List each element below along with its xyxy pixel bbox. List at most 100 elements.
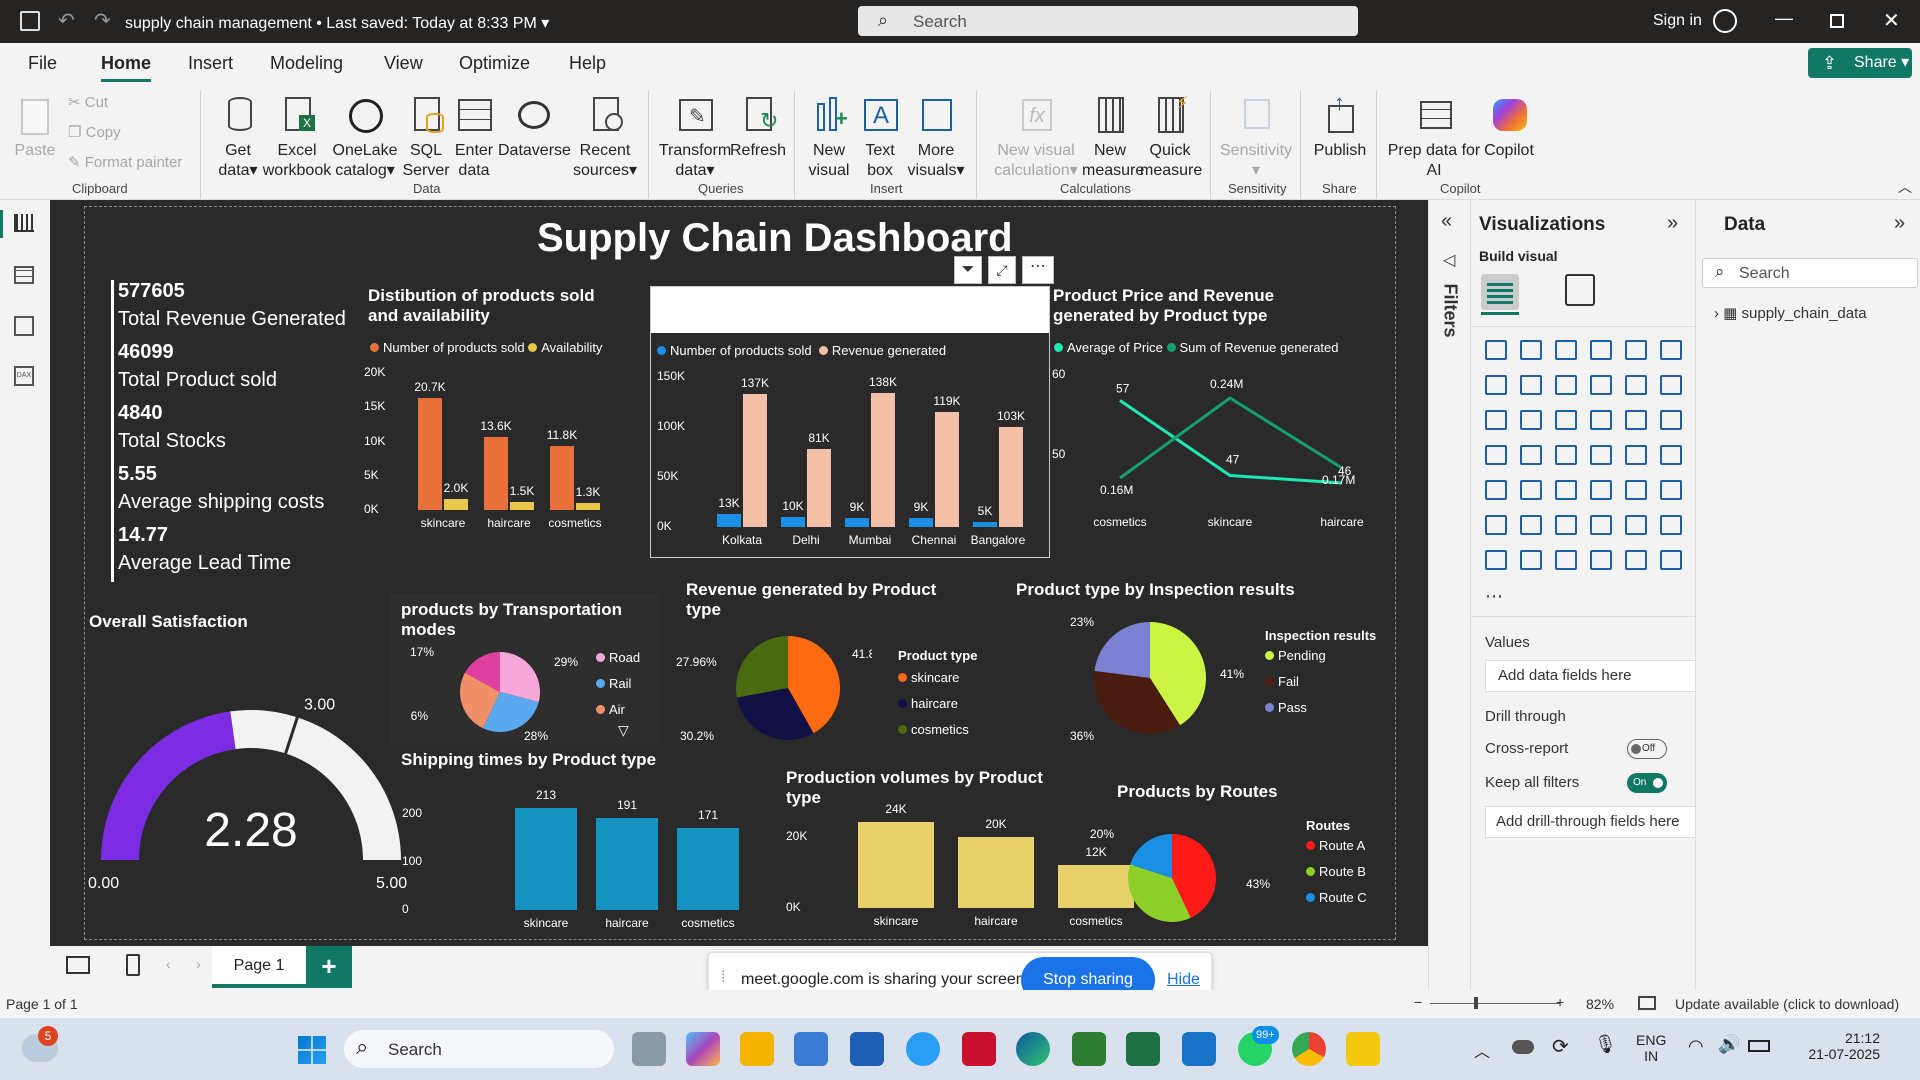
card-visual-icon[interactable] — [1660, 445, 1682, 465]
undo-icon[interactable]: ↶ — [58, 8, 75, 33]
waterfall-visual-icon[interactable] — [1625, 375, 1647, 395]
doc-title[interactable]: supply chain management • Last saved: To… — [125, 13, 549, 33]
new-visual-calculation-button[interactable]: fx New visual calculation▾ — [986, 85, 1086, 181]
sync-icon[interactable]: ⟳ — [1552, 1034, 1569, 1059]
satisfaction-gauge[interactable]: Overall Satisfaction 3.00 2.28 0.00 5.00 — [86, 600, 416, 900]
funnel-visual-icon[interactable] — [1660, 375, 1682, 395]
dax-query-view-icon[interactable]: DAX — [14, 366, 34, 386]
more-visuals-ellipsis[interactable]: ⋯ — [1485, 586, 1503, 607]
filter-icon[interactable]: ⏷ — [954, 256, 982, 284]
inspection-pie-chart[interactable]: Product type by Inspection results 41% 36… — [1010, 574, 1400, 744]
file-explorer-icon[interactable] — [740, 1032, 774, 1066]
new-visual-button[interactable]: + New visual — [804, 85, 854, 181]
menu-file[interactable]: File — [28, 53, 57, 74]
map-visual-icon[interactable] — [1485, 445, 1507, 465]
onedrive-icon[interactable] — [1512, 1040, 1534, 1054]
power-apps-visual-icon[interactable] — [1485, 550, 1507, 570]
copilot-app-icon[interactable] — [686, 1032, 720, 1066]
store-icon[interactable] — [794, 1032, 828, 1066]
close-icon[interactable]: ✕ — [1883, 8, 1900, 33]
add-page-button[interactable]: + — [306, 946, 352, 988]
slicer-visual-icon[interactable] — [1555, 480, 1577, 500]
edge-icon[interactable] — [1016, 1032, 1050, 1066]
table-view-icon[interactable] — [14, 266, 34, 284]
excel-app-icon[interactable] — [1126, 1032, 1160, 1066]
hp-app-icon[interactable] — [850, 1032, 884, 1066]
copilot-button[interactable]: Copilot — [1474, 85, 1544, 161]
paste-button[interactable]: Paste — [12, 85, 58, 161]
filled-map-visual-icon[interactable] — [1520, 445, 1542, 465]
dataverse-button[interactable]: Dataverse — [498, 85, 571, 161]
zoom-slider[interactable] — [1430, 1003, 1560, 1004]
sign-in-link[interactable]: Sign in — [1653, 12, 1702, 30]
page-tab-1[interactable]: Page 1 — [212, 946, 306, 988]
hide-link[interactable]: Hide — [1167, 971, 1200, 989]
sql-server-button[interactable]: SQL Server — [400, 85, 452, 181]
volume-icon[interactable]: 🔊 — [1718, 1034, 1740, 1055]
report-canvas[interactable]: Supply Chain Dashboard 577605 Total Reven… — [50, 200, 1428, 946]
100-bar-visual-icon[interactable] — [1625, 340, 1647, 360]
fit-to-page-icon[interactable] — [1638, 996, 1656, 1010]
report-view-icon[interactable] — [14, 214, 34, 232]
menu-view[interactable]: View — [384, 53, 423, 74]
onelake-catalog-button[interactable]: OneLake catalog▾ — [332, 85, 398, 181]
update-available-link[interactable]: Update available (click to download) — [1675, 996, 1899, 1012]
more-visuals-button[interactable]: More visuals▾ — [904, 85, 968, 181]
wifi-icon[interactable]: ◠ — [1688, 1036, 1704, 1057]
zoom-out-icon[interactable]: − — [1414, 994, 1422, 1010]
chrome-icon[interactable] — [1292, 1032, 1326, 1066]
narrative-visual-icon[interactable] — [1625, 515, 1647, 535]
add-drill-through-well[interactable]: Add drill-through fields here — [1485, 806, 1697, 838]
collapse-data-icon[interactable]: » — [1894, 212, 1905, 235]
redo-icon[interactable]: ↷ — [94, 8, 111, 33]
format-visual-icon[interactable] — [1565, 274, 1595, 306]
pie-visual-icon[interactable] — [1590, 410, 1612, 430]
model-view-icon[interactable] — [14, 316, 34, 336]
get-data-button[interactable]: Get data▾ — [210, 85, 266, 181]
gauge-visual-icon[interactable] — [1625, 445, 1647, 465]
paginated-visual-icon[interactable] — [1660, 515, 1682, 535]
new-measure-button[interactable]: New measure — [1082, 85, 1144, 181]
powerbi-app-icon[interactable] — [1346, 1032, 1380, 1066]
clustered-bar-visual-icon[interactable] — [1555, 340, 1577, 360]
transport-pie-chart[interactable]: products by Transportationmodes 17% 29% 26… — [390, 594, 660, 744]
custom-b-visual-icon[interactable] — [1625, 550, 1647, 570]
scatter-visual-icon[interactable] — [1555, 410, 1577, 430]
stacked-area-visual-icon[interactable] — [1555, 375, 1577, 395]
more-options-icon[interactable]: ⋯ — [1022, 256, 1054, 284]
help-icon[interactable] — [906, 1032, 940, 1066]
data-search-input[interactable]: ⌕ Search — [1702, 258, 1918, 288]
format-painter-button[interactable]: ✎ Format painter — [68, 153, 182, 171]
key-influencers-visual-icon[interactable] — [1520, 515, 1542, 535]
app-icon[interactable] — [1072, 1032, 1106, 1066]
qna-visual-icon[interactable] — [1590, 515, 1612, 535]
prep-data-ai-button[interactable]: Prep data for AI — [1384, 85, 1484, 181]
azure-map-visual-icon[interactable] — [1590, 445, 1612, 465]
save-icon[interactable] — [20, 11, 40, 31]
line-column-visual-icon[interactable] — [1485, 410, 1507, 430]
line-visual-icon[interactable] — [1485, 375, 1507, 395]
focus-mode-icon[interactable]: ⤢ — [988, 256, 1016, 284]
shape-map-visual-icon[interactable] — [1555, 445, 1577, 465]
text-box-button[interactable]: A Text box — [858, 85, 902, 181]
add-data-fields-well[interactable]: Add data fields here — [1485, 660, 1697, 692]
price-revenue-chart[interactable]: Product Price and Revenue generated by Pr… — [1050, 282, 1400, 530]
revenue-pie-chart[interactable]: Revenue generated by Producttype 41.83% 3… — [672, 574, 1002, 744]
table-visual-icon[interactable] — [1590, 480, 1612, 500]
mcafee-icon[interactable] — [962, 1032, 996, 1066]
stacked-bar-visual-icon[interactable] — [1485, 340, 1507, 360]
custom-a-visual-icon[interactable] — [1590, 550, 1612, 570]
transform-data-button[interactable]: ✎ Transform data▾ — [658, 85, 732, 181]
refresh-button[interactable]: ↻ Refresh — [730, 85, 786, 161]
language-indicator[interactable]: ENG IN — [1636, 1032, 1666, 1064]
menu-home[interactable]: Home — [101, 53, 152, 82]
filters-pane[interactable]: « ◁ Filters — [1428, 200, 1470, 990]
publish-button[interactable]: ↑ Publish — [1310, 85, 1370, 161]
search-box[interactable]: ⌕ Search — [858, 6, 1358, 36]
clock[interactable]: 21:12 21-07-2025 — [1800, 1030, 1880, 1062]
sensitivity-button[interactable]: Sensitivity ▾ — [1220, 85, 1292, 181]
chevron-up-icon[interactable]: ︿ — [1474, 1038, 1490, 1062]
production-volumes-chart[interactable]: Production volumes by Product type 20K 0K… — [730, 760, 1134, 940]
scroll-down-icon[interactable]: ▽ — [618, 722, 629, 739]
r-visual-visual-icon[interactable] — [1660, 480, 1682, 500]
